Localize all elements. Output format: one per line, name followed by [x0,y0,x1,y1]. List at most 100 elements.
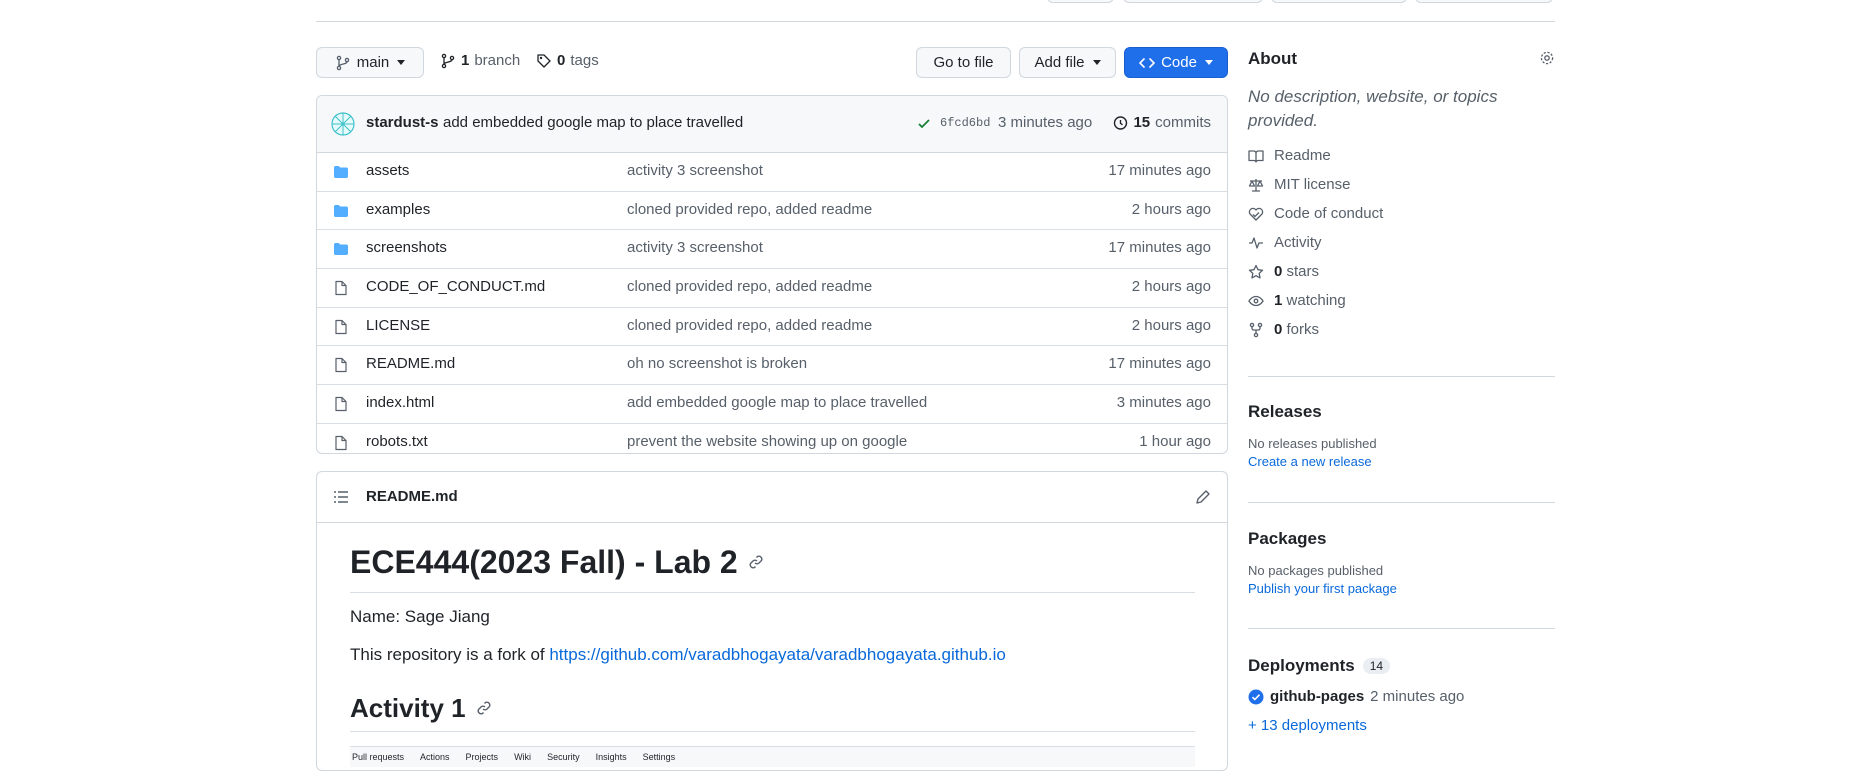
deployments-section: Deployments 14 github-pages 2 minutes ag… [1248,656,1555,734]
file-row[interactable]: assets activity 3 screenshot 17 minutes ag… [317,153,1227,191]
about-item-book[interactable]: Readme [1248,141,1555,170]
file-commit-time: 2 hours ago [1131,278,1211,296]
branches-link[interactable]: 1 branch [440,52,520,69]
readme-fork-link[interactable]: https://github.com/varadbhogayata/varadb… [549,645,1006,664]
deployments-title[interactable]: Deployments [1248,656,1355,676]
readme-fork-prefix: This repository is a fork of [350,645,550,664]
folder-icon [333,241,349,261]
preview-tab: Security [547,752,580,762]
readme-panel: README.md ECE444(2023 Fall) - Lab 2 Name… [316,471,1228,771]
go-to-file-button[interactable]: Go to file [916,47,1011,78]
branch-count-label: branch [474,52,521,69]
about-list: Readme MIT license Code of conduct Activity… [1248,141,1555,344]
file-commit-time: 3 minutes ago [1116,394,1211,412]
code-button[interactable]: Code [1124,47,1228,78]
preview-tab: Wiki [514,752,532,762]
readme-filename[interactable]: README.md [366,488,458,505]
tags-link[interactable]: 0 tags [536,52,599,69]
file-name[interactable]: screenshots [366,239,447,256]
latest-commit-bar: stardust-s add embedded google map to pl… [317,96,1227,153]
add-file-button[interactable]: Add file [1019,47,1116,78]
readme-title: ECE444(2023 Fall) - Lab 2 [350,540,1195,593]
link-icon[interactable] [476,700,492,716]
header-button-stub[interactable] [1415,0,1553,3]
header-button-stub[interactable] [1047,0,1114,3]
file-commit-message[interactable]: oh no screenshot is broken [627,355,807,372]
file-name[interactable]: robots.txt [366,433,428,450]
pencil-icon[interactable] [1195,489,1211,505]
file-name[interactable]: assets [366,162,409,179]
gear-icon[interactable] [1539,50,1555,66]
about-item-scale[interactable]: MIT license [1248,170,1555,199]
commit-hash[interactable]: 6fcd6bd [940,116,990,130]
commit-author[interactable]: stardust-s [366,114,439,131]
packages-section: Packages No packages published Publish y… [1248,529,1555,596]
file-commit-message[interactable]: cloned provided repo, added readme [627,317,872,334]
file-commit-message[interactable]: prevent the website showing up on google [627,433,907,450]
about-section: About No description, website, or topics… [1248,49,1555,344]
commit-count-label: commits [1155,114,1211,131]
file-row[interactable]: README.md oh no screenshot is broken 17 mi… [317,345,1227,384]
file-row[interactable]: robots.txt prevent the website showing up… [317,422,1227,453]
file-row[interactable]: index.html add embedded google map to pla… [317,384,1227,423]
file-commit-time: 17 minutes ago [1108,239,1211,257]
file-name[interactable]: CODE_OF_CONDUCT.md [366,278,545,295]
about-item-eye[interactable]: 1 watching [1248,286,1555,315]
about-item-label: Readme [1274,147,1331,164]
file-icon [333,435,349,453]
commit-message[interactable]: add embedded google map to place travell… [443,114,743,131]
file-row[interactable]: LICENSE cloned provided repo, added readm… [317,306,1227,346]
deployments-count: 14 [1362,658,1391,674]
about-item-fork[interactable]: 0 forks [1248,315,1555,344]
code-icon [1139,57,1155,68]
packages-title[interactable]: Packages [1248,529,1555,549]
publish-package-link[interactable]: Publish your first package [1248,581,1555,596]
file-commit-message[interactable]: cloned provided repo, added readme [627,278,872,295]
file-commit-message[interactable]: activity 3 screenshot [627,162,763,179]
folder-icon [333,203,349,223]
releases-title[interactable]: Releases [1248,402,1555,422]
readme-screenshot-preview: Pull requests Actions Projects Wiki Security… [350,746,1195,767]
tag-icon [537,53,551,68]
file-name[interactable]: LICENSE [366,317,430,334]
file-commit-message[interactable]: add embedded google map to place travell… [627,394,927,411]
branch-name: main [356,54,390,71]
file-name[interactable]: README.md [366,355,455,372]
more-deployments-link[interactable]: + 13 deployments [1248,717,1555,734]
readme-name-line: Name: Sage Jiang [350,607,490,626]
file-commit-time: 17 minutes ago [1108,162,1211,179]
file-name[interactable]: index.html [366,394,434,411]
file-row[interactable]: screenshots activity 3 screenshot 17 minut… [317,229,1227,268]
divider [1248,502,1555,503]
file-commit-time: 2 hours ago [1131,316,1211,334]
about-item-count: 0 [1274,321,1283,338]
header-button-stub[interactable] [1271,0,1407,3]
chevron-down-icon [1204,60,1213,65]
file-commit-message[interactable]: activity 3 screenshot [627,239,763,256]
header-button-stub[interactable] [1123,0,1263,3]
file-row[interactable]: CODE_OF_CONDUCT.md cloned provided repo, … [317,268,1227,307]
about-item-heart-hand[interactable]: Code of conduct [1248,199,1555,228]
file-name[interactable]: examples [366,201,430,218]
readme-h1: ECE444(2023 Fall) - Lab 2 [350,543,738,580]
branch-select-button[interactable]: main [316,47,424,78]
file-commit-message[interactable]: cloned provided repo, added readme [627,201,872,218]
list-icon[interactable] [333,489,349,505]
deployment-item[interactable]: github-pages 2 minutes ago [1248,688,1555,705]
file-browser: stardust-s add embedded google map to pl… [316,95,1228,454]
link-icon[interactable] [748,554,764,570]
scale-icon [1248,178,1264,192]
file-row[interactable]: examples cloned provided repo, added read… [317,190,1227,230]
file-commit-time: 1 hour ago [1139,432,1211,450]
readme-h2: Activity 1 [350,692,466,723]
commits-link[interactable]: 15 commits [1112,114,1211,131]
about-item-label: Code of conduct [1274,205,1384,222]
about-description: No description, website, or topics provi… [1248,87,1498,130]
avatar[interactable] [331,112,355,136]
about-item-pulse[interactable]: Activity [1248,228,1555,257]
readme-fork-line: This repository is a fork of https://git… [350,645,1195,665]
branch-icon [441,53,455,68]
about-item-label: stars [1286,263,1320,280]
about-item-star[interactable]: 0 stars [1248,257,1555,286]
create-release-link[interactable]: Create a new release [1248,454,1555,469]
